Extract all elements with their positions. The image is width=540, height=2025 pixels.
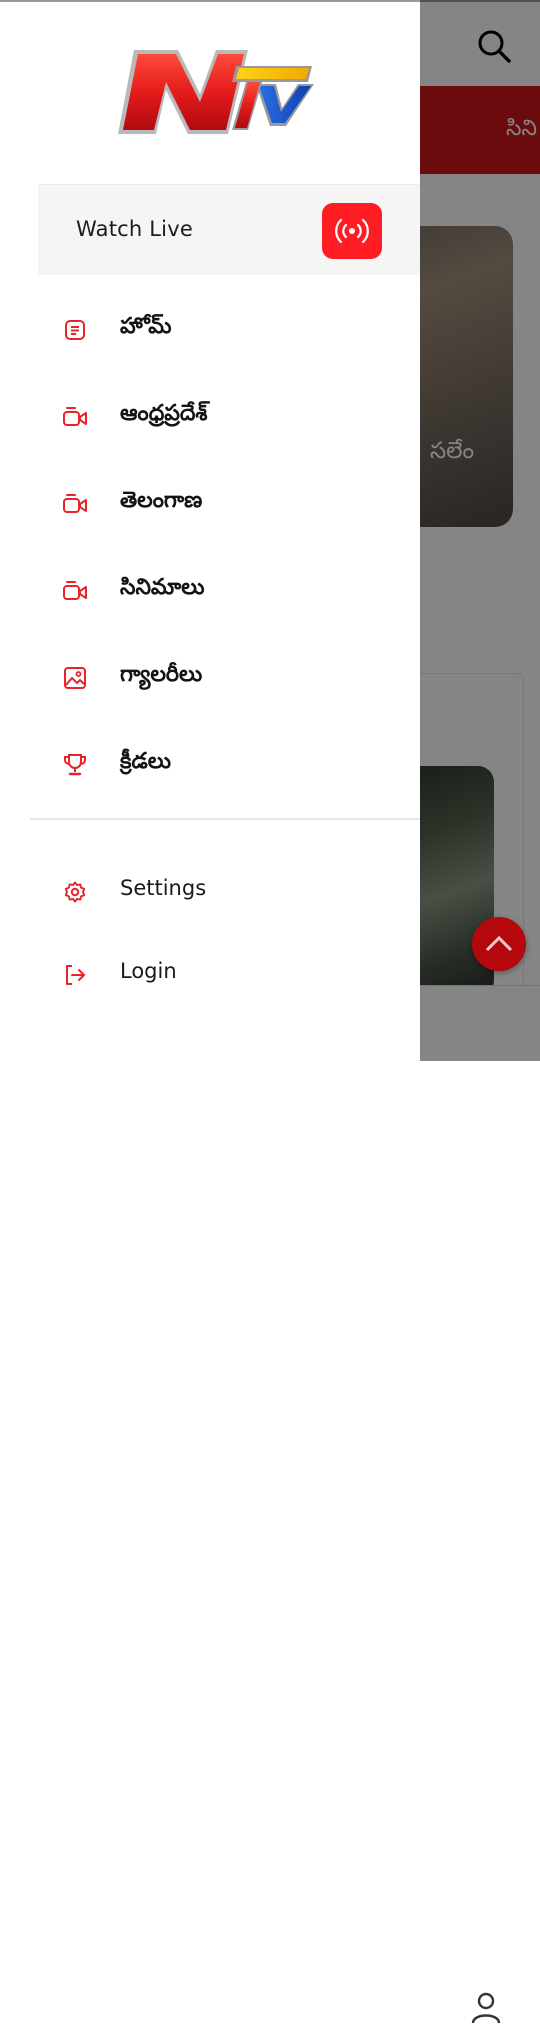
- menu-item-label: క్రీడలు: [120, 749, 171, 774]
- menu-item-sports[interactable]: క్రీడలు: [0, 731, 420, 801]
- video-icon: [63, 581, 87, 600]
- menu-item-login[interactable]: Login: [0, 941, 420, 1011]
- menu-item-cinema[interactable]: సినిమాలు: [0, 557, 420, 627]
- scroll-to-top-button[interactable]: [472, 917, 526, 971]
- image-icon: [64, 667, 86, 689]
- watch-live-button[interactable]: [322, 203, 382, 259]
- navigation-drawer: Watch Live హోమ్ ఆంధ్రప్రదేశ్ తెలంగాణ సిన…: [0, 0, 420, 1061]
- menu-item-galleries[interactable]: గ్యాలరీలు: [0, 644, 420, 714]
- watch-live-row[interactable]: Watch Live: [38, 184, 420, 275]
- menu-item-label: సినిమాలు: [120, 575, 205, 600]
- menu-item-andhra-pradesh[interactable]: ఆంధ్రప్రదేశ్: [0, 383, 420, 453]
- menu-item-label: గ్యాలరీలు: [120, 662, 203, 687]
- video-icon: [63, 494, 87, 513]
- menu-item-label: ఆంధ్రప్రదేశ్: [120, 401, 208, 426]
- menu-item-home[interactable]: హోమ్: [0, 296, 420, 366]
- menu-item-label: Login: [120, 959, 177, 983]
- watch-live-label: Watch Live: [76, 217, 193, 241]
- menu-item-label: తెలంగాణ: [120, 488, 203, 513]
- user-icon[interactable]: [470, 1991, 502, 2025]
- menu-item-telangana[interactable]: తెలంగాణ: [0, 470, 420, 540]
- trophy-icon: [64, 754, 86, 776]
- chevron-up-icon: [485, 935, 513, 952]
- video-icon: [63, 407, 87, 426]
- menu-item-settings[interactable]: Settings: [0, 858, 420, 928]
- menu-item-label: హోమ్: [120, 314, 172, 339]
- menu-divider: [30, 818, 420, 820]
- login-icon: [66, 965, 85, 985]
- gear-icon: [64, 881, 86, 903]
- article-icon: [65, 320, 85, 340]
- broadcast-icon: [335, 218, 369, 244]
- ntv-logo: [118, 50, 314, 134]
- menu-item-label: Settings: [120, 876, 207, 900]
